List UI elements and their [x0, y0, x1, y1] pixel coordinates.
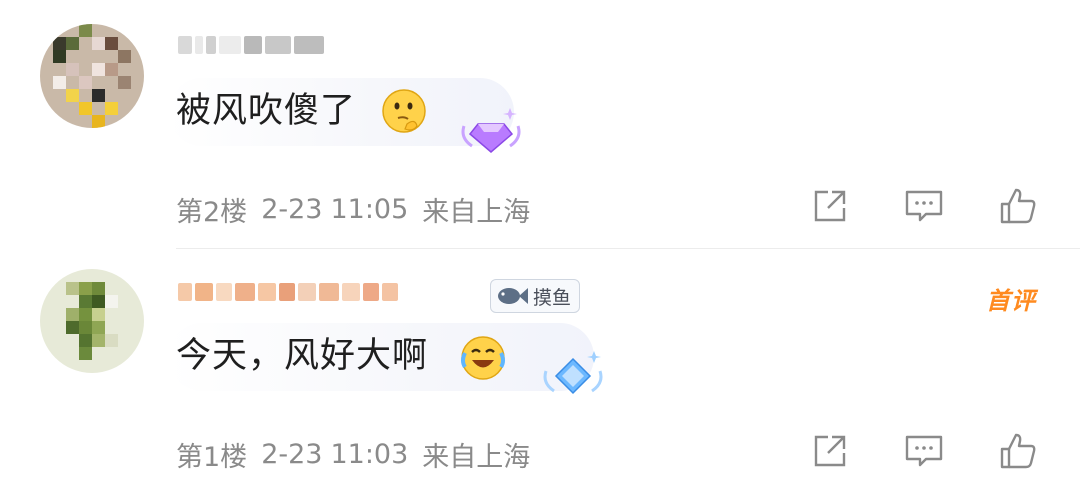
fish-tag-label: 摸鱼	[533, 286, 572, 309]
share-icon[interactable]	[808, 429, 852, 473]
avatar[interactable]	[40, 269, 144, 373]
floor-label: 第2楼	[176, 197, 248, 228]
like-icon[interactable]	[996, 184, 1040, 228]
location-label: 来自上海	[422, 442, 531, 473]
comment-text: 被风吹傻了	[176, 91, 357, 131]
floor-label: 第1楼	[176, 442, 248, 473]
action-bar	[808, 184, 1040, 228]
date-label: 2-23	[261, 439, 323, 470]
comment-meta: 第2楼 2-23 11:05 来自上海	[176, 190, 530, 229]
first-comment-badge: 首评	[986, 287, 1036, 315]
share-icon[interactable]	[808, 184, 852, 228]
comment-item[interactable]: 被风吹傻了 第2楼 2-23 11:05 来自上海	[0, 0, 1080, 249]
action-bar	[808, 429, 1040, 473]
time-label: 11:03	[330, 439, 409, 470]
laughing-tears-emoji	[460, 335, 506, 381]
like-icon[interactable]	[996, 429, 1040, 473]
comment-text: 今天，风好大啊	[176, 336, 429, 376]
comment-icon[interactable]	[902, 184, 946, 228]
purple-diamond-badge	[456, 102, 526, 162]
comment-meta: 第1楼 2-23 11:03 来自上海	[176, 435, 530, 474]
comment-icon[interactable]	[902, 429, 946, 473]
fish-icon	[498, 288, 528, 304]
blue-diamond-badge	[538, 345, 608, 405]
time-label: 11:05	[330, 194, 409, 225]
location-label: 来自上海	[422, 197, 531, 228]
comment-item[interactable]: 摸鱼 首评 今天，风好大啊 第1楼 2-23 11:03 来自上海	[0, 249, 1080, 488]
username[interactable]	[178, 28, 327, 62]
username[interactable]	[178, 275, 401, 309]
avatar[interactable]	[40, 24, 144, 128]
date-label: 2-23	[261, 194, 323, 225]
thinking-face-emoji	[381, 88, 427, 134]
fish-tag-badge[interactable]: 摸鱼	[490, 279, 581, 313]
